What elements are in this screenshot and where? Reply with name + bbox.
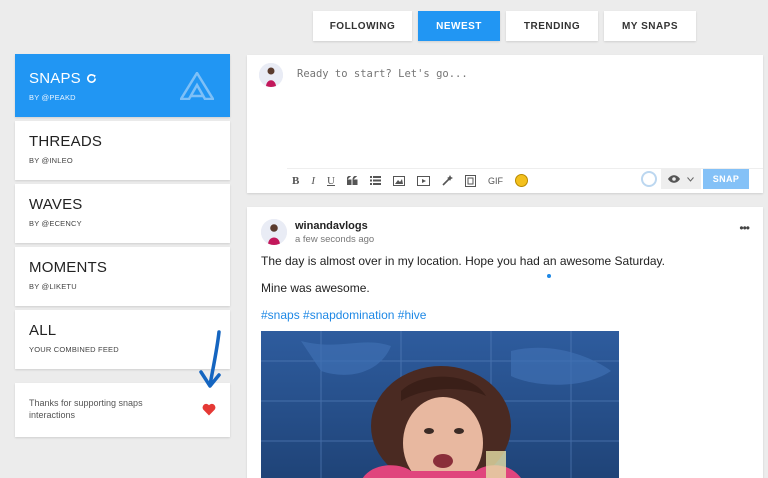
support-card: Thanks for supporting snaps interactions <box>15 383 230 437</box>
gif-button[interactable]: GIF <box>488 176 503 186</box>
emoji-icon[interactable] <box>514 174 528 187</box>
list-icon[interactable] <box>369 176 381 185</box>
hashtag-link[interactable]: #snapdomination <box>303 308 394 322</box>
sidebar-item-moments[interactable]: MOMENTS BY @LIKETU <box>15 247 230 306</box>
underline-button[interactable]: U <box>327 175 335 187</box>
support-text: Thanks for supporting snaps interactions <box>29 398 143 420</box>
avatar <box>259 63 283 87</box>
refresh-icon[interactable] <box>86 73 97 84</box>
quote-icon[interactable] <box>346 176 358 185</box>
sidebar: SNAPS BY @PEAKD THREADS BY @INLEO WAVES … <box>15 54 230 437</box>
tab-trending[interactable]: TRENDING <box>506 11 598 41</box>
magic-icon[interactable] <box>442 175 453 186</box>
sidebar-item-sub: BY @INLEO <box>29 156 73 165</box>
avatar[interactable] <box>261 219 287 245</box>
post-text: Mine was awesome. <box>261 281 370 295</box>
snap-composer: B I U GIF SNAP <box>247 55 763 193</box>
more-options-icon[interactable]: ••• <box>739 221 750 235</box>
annotation-arrow-icon <box>199 330 221 388</box>
peakd-logo-icon <box>180 72 214 100</box>
snap-input[interactable] <box>297 68 737 80</box>
sidebar-item-title: ALL <box>29 322 57 339</box>
sidebar-item-title: THREADS <box>29 133 103 150</box>
sidebar-item-all[interactable]: ALL YOUR COMBINED FEED <box>15 310 230 369</box>
post-tags: #snaps #snapdomination #hive <box>261 308 665 322</box>
snap-button[interactable]: SNAP <box>703 169 749 189</box>
tab-newest[interactable]: NEWEST <box>418 11 500 41</box>
snap-post: winandavlogs a few seconds ago ••• The d… <box>247 207 763 478</box>
sidebar-item-threads[interactable]: THREADS BY @INLEO <box>15 121 230 180</box>
sidebar-item-title: MOMENTS <box>29 259 108 276</box>
image-icon[interactable] <box>392 175 405 186</box>
bold-button[interactable]: B <box>292 175 299 187</box>
sidebar-item-waves[interactable]: WAVES BY @ECENCY <box>15 184 230 243</box>
preview-toggle[interactable] <box>661 169 701 189</box>
sidebar-item-sub: BY @ECENCY <box>29 219 82 228</box>
hashtag-link[interactable]: #snaps <box>261 308 300 322</box>
sidebar-item-sub: BY @LIKETU <box>29 282 77 291</box>
hashtag-link[interactable]: #hive <box>398 308 427 322</box>
post-author[interactable]: winandavlogs <box>295 220 368 232</box>
video-icon[interactable] <box>416 175 430 186</box>
italic-button[interactable]: I <box>311 175 315 187</box>
cursor-dot <box>547 274 551 278</box>
tab-following[interactable]: FOLLOWING <box>313 11 412 41</box>
post-time: a few seconds ago <box>295 234 375 245</box>
sidebar-item-title: WAVES <box>29 196 83 213</box>
post-text: The day is almost over in my location. H… <box>261 254 665 268</box>
chevron-down-icon <box>686 176 694 182</box>
char-count-ring <box>641 171 657 187</box>
heart-icon[interactable] <box>202 403 216 416</box>
tab-my-snaps[interactable]: MY SNAPS <box>604 11 696 41</box>
sidebar-item-snaps[interactable]: SNAPS BY @PEAKD <box>15 54 230 117</box>
embed-icon[interactable] <box>464 174 476 187</box>
sidebar-item-title: SNAPS <box>29 70 81 87</box>
feed-tabs: FOLLOWING NEWEST TRENDING MY SNAPS <box>313 11 696 41</box>
post-body: The day is almost over in my location. H… <box>261 254 665 335</box>
post-gif-image[interactable] <box>261 331 619 478</box>
sidebar-item-sub: YOUR COMBINED FEED <box>29 345 119 354</box>
eye-icon <box>668 175 681 183</box>
